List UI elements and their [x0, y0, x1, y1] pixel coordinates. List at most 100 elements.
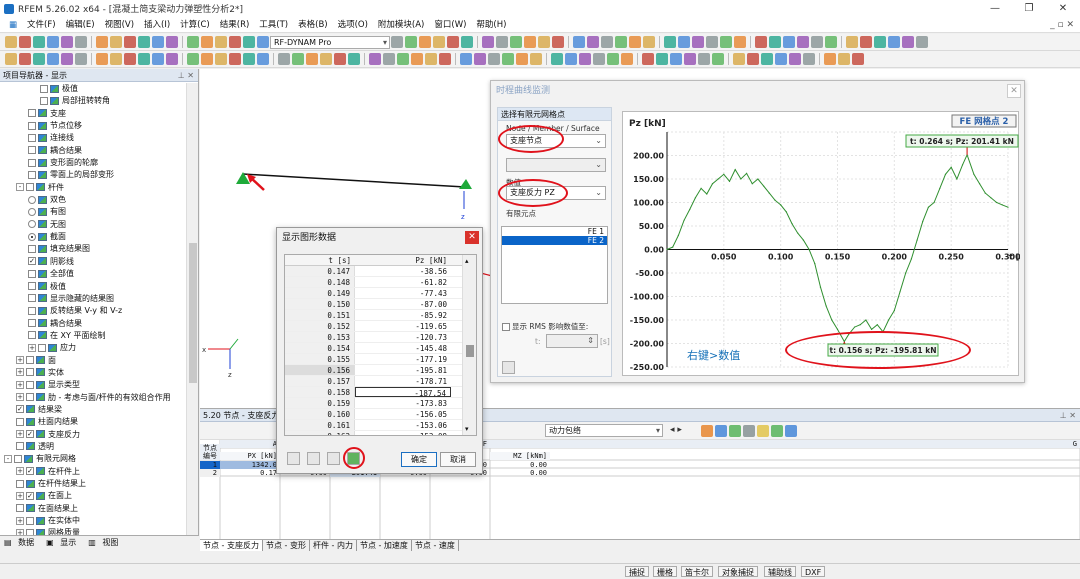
checkbox[interactable] — [28, 146, 36, 155]
toolbar-tool-icon[interactable] — [96, 36, 108, 48]
tree-item[interactable]: + 应力 — [0, 342, 186, 354]
checkbox[interactable]: ✓ — [26, 467, 34, 476]
menu-window[interactable]: 窗口(W) — [429, 17, 471, 33]
toolbar-tool-icon[interactable] — [124, 36, 136, 48]
menu-results[interactable]: 结果(R) — [215, 17, 255, 33]
module-select[interactable]: RF-DYNAM Pro — [270, 35, 390, 49]
checkbox[interactable] — [28, 244, 36, 253]
toolbar-tool-icon[interactable] — [916, 36, 928, 48]
status-toggle[interactable]: 捕捉 — [625, 566, 649, 577]
menu-view[interactable]: 视图(V) — [100, 17, 139, 33]
tree-item[interactable]: 在 XY 平面绘制 — [0, 330, 186, 342]
checkbox[interactable] — [28, 331, 36, 340]
toolbar-tool-icon[interactable] — [642, 53, 654, 65]
toolbar-tool-icon[interactable] — [775, 53, 787, 65]
t-input[interactable]: ⇕ — [546, 334, 598, 348]
toolbar-tool-icon[interactable] — [243, 53, 255, 65]
tree-item[interactable]: + 面 — [0, 355, 186, 367]
toolbar-tool-icon[interactable] — [278, 53, 290, 65]
toolbar-tool-icon[interactable] — [152, 53, 164, 65]
checkbox[interactable]: ✓ — [26, 430, 34, 439]
tree-item[interactable]: 柱面内结果 — [0, 416, 186, 428]
checkbox[interactable]: ✓ — [28, 257, 36, 266]
toolbar-tool-icon[interactable] — [166, 53, 178, 65]
monitor-settings-button[interactable] — [502, 361, 515, 374]
toolbar-tool-icon[interactable] — [405, 36, 417, 48]
toolbar-tool-icon[interactable] — [138, 36, 150, 48]
tree-item[interactable]: + 在实体中 — [0, 515, 186, 527]
tree-item[interactable]: + 显示类型 — [0, 379, 186, 391]
toolbar-tool-icon[interactable] — [488, 53, 500, 65]
tree-item[interactable]: - 杆件 — [0, 182, 186, 194]
checkbox[interactable]: ✓ — [16, 405, 24, 414]
toolbar-tool-icon[interactable] — [19, 36, 31, 48]
toolbar-tool-icon[interactable] — [551, 53, 563, 65]
results-tool-icon[interactable] — [785, 425, 797, 437]
toolbar-tool-icon[interactable] — [538, 36, 550, 48]
rms-checkbox[interactable] — [502, 323, 510, 331]
menu-calculate[interactable]: 计算(C) — [175, 17, 215, 33]
expander-icon[interactable]: - — [16, 183, 24, 192]
toolbar-tool-icon[interactable] — [447, 36, 459, 48]
toolbar-tool-icon[interactable] — [152, 36, 164, 48]
radio-button[interactable] — [28, 232, 36, 241]
status-toggle[interactable]: 对象捕捉 — [718, 566, 758, 577]
tree-item[interactable]: + 实体 — [0, 367, 186, 379]
results-tab[interactable]: 节点 - 速度 — [412, 540, 459, 551]
toolbar-tool-icon[interactable] — [124, 53, 136, 65]
tree-item[interactable]: + 网格质量 — [0, 527, 186, 535]
tree-item[interactable]: 显示隐藏的结果图 — [0, 293, 186, 305]
toolbar-tool-icon[interactable] — [678, 36, 690, 48]
toolbar-tool-icon[interactable] — [593, 53, 605, 65]
menu-edit[interactable]: 编辑(E) — [61, 17, 100, 33]
checkbox[interactable] — [28, 121, 36, 130]
tree-item[interactable]: 节点位移 — [0, 120, 186, 132]
toolbar-tool-icon[interactable] — [425, 53, 437, 65]
expander-icon[interactable]: + — [16, 368, 24, 377]
toolbar-tool-icon[interactable] — [524, 36, 536, 48]
toolbar-tool-icon[interactable] — [712, 53, 724, 65]
checkbox[interactable] — [26, 393, 34, 402]
toolbar-tool-icon[interactable] — [579, 53, 591, 65]
toolbar-tool-icon[interactable] — [243, 36, 255, 48]
checkbox[interactable] — [28, 319, 36, 328]
checkbox[interactable] — [38, 343, 46, 352]
expander-icon[interactable]: + — [16, 430, 24, 439]
toolbar-tool-icon[interactable] — [33, 53, 45, 65]
tree-item[interactable]: 连接线 — [0, 132, 186, 144]
toolbar-tool-icon[interactable] — [320, 53, 332, 65]
pin-close-icon[interactable]: ⊥ ✕ — [178, 69, 194, 82]
checkbox[interactable] — [16, 504, 24, 513]
checkbox[interactable] — [28, 294, 36, 303]
tree-item[interactable]: + ✓ 在面上 — [0, 490, 186, 502]
checkbox[interactable] — [28, 170, 36, 179]
toolbar-tool-icon[interactable] — [96, 53, 108, 65]
tree-item[interactable]: ✓ 结果梁 — [0, 404, 186, 416]
radio-button[interactable] — [28, 220, 36, 229]
expander-icon[interactable]: + — [16, 516, 24, 525]
results-tool-icon[interactable] — [771, 425, 783, 437]
toolbar-tool-icon[interactable] — [692, 36, 704, 48]
toolbar-tool-icon[interactable] — [747, 53, 759, 65]
member-number-select[interactable]: ⌄ — [506, 158, 606, 172]
tab-view[interactable]: ▥ 视图 — [84, 536, 126, 549]
tree-item[interactable]: 支座 — [0, 108, 186, 120]
toolbar-tool-icon[interactable] — [439, 53, 451, 65]
toolbar-tool-icon[interactable] — [797, 36, 809, 48]
toolbar-tool-icon[interactable] — [789, 53, 801, 65]
toolbar-tool-icon[interactable] — [75, 53, 87, 65]
toolbar-tool-icon[interactable] — [201, 36, 213, 48]
toolbar-tool-icon[interactable] — [769, 36, 781, 48]
tree-item[interactable]: 有图 — [0, 206, 186, 218]
toolbar-tool-icon[interactable] — [629, 36, 641, 48]
tree-item[interactable]: 截面 — [0, 231, 186, 243]
checkbox[interactable] — [14, 454, 22, 463]
maximize-button[interactable]: ❐ — [1012, 0, 1046, 17]
results-tool-icon[interactable] — [757, 425, 769, 437]
toolbar-tool-icon[interactable] — [496, 36, 508, 48]
toolbar-tool-icon[interactable] — [257, 36, 269, 48]
fe-point-list[interactable]: FE 1 FE 2 — [501, 226, 608, 304]
menu-file[interactable]: 文件(F) — [22, 17, 61, 33]
toolbar-tool-icon[interactable] — [510, 36, 522, 48]
tree-item[interactable]: + ✓ 在杆件上 — [0, 466, 186, 478]
